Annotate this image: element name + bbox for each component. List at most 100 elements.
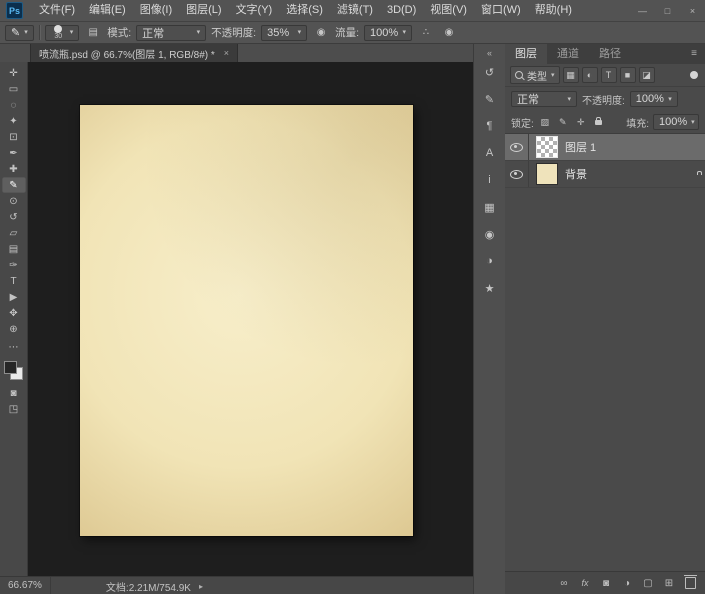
healing-brush-tool[interactable]: ✚ — [2, 161, 26, 177]
trash-icon — [683, 575, 697, 589]
menu-window[interactable]: 窗口(W) — [474, 0, 528, 21]
history-brush-tool[interactable]: ↺ — [2, 209, 26, 225]
menu-help[interactable]: 帮助(H) — [528, 0, 579, 21]
styles-panel-icon[interactable]: ★ — [479, 279, 501, 297]
visibility-toggle[interactable] — [505, 134, 529, 160]
layer-blend-mode-dropdown[interactable]: 正常 ▾ — [511, 91, 577, 107]
tool-preset-picker[interactable]: ✎ ▾ — [5, 24, 34, 41]
color-panel-icon[interactable]: ◉ — [479, 225, 501, 243]
opacity-dropdown[interactable]: 35% ▾ — [261, 24, 308, 41]
lock-position-icon[interactable]: ✛ — [574, 115, 588, 129]
expand-panels-icon[interactable]: « — [479, 47, 501, 59]
tab-channels[interactable]: 通道 — [547, 44, 589, 64]
toggle-brush-panel-icon[interactable]: ▤ — [84, 25, 102, 41]
delete-layer-icon[interactable] — [683, 575, 697, 590]
tool-options-bar: ✎ ▾ 30 ▾ ▤ 模式: 正常 ▾ 不透明度: 35% ▾ ◉ 流量: 10… — [0, 22, 705, 44]
document-canvas[interactable] — [80, 105, 413, 536]
menu-edit[interactable]: 编辑(E) — [82, 0, 133, 21]
quick-selection-tool[interactable]: ✦ — [2, 113, 26, 129]
menu-select[interactable]: 选择(S) — [279, 0, 330, 21]
adjustments-panel-icon[interactable]: ◑ — [479, 252, 501, 270]
chevron-down-icon: ▾ — [567, 95, 571, 103]
close-button[interactable]: × — [680, 1, 705, 21]
filter-shape-layers-icon[interactable]: ■ — [619, 67, 636, 83]
path-selection-tool[interactable]: ▶ — [2, 289, 26, 305]
tab-layers[interactable]: 图层 — [505, 44, 547, 64]
paragraph-panel-icon[interactable]: ¶ — [479, 117, 501, 135]
screen-mode-icon[interactable]: ◳ — [2, 401, 26, 417]
layer-styles-icon[interactable]: fx — [579, 576, 591, 590]
rectangular-marquee-tool[interactable]: ▭ — [2, 81, 26, 97]
layer-row-layer1[interactable]: 图层 1 — [505, 134, 705, 161]
layer-name[interactable]: 背景 — [565, 166, 587, 182]
pen-tool[interactable]: ✑ — [2, 257, 26, 273]
brush-tool[interactable]: ✎ — [1, 177, 26, 193]
hand-tool[interactable]: ✥ — [2, 305, 26, 321]
menu-image[interactable]: 图像(I) — [133, 0, 179, 21]
new-adjustment-layer-icon[interactable]: ◑ — [621, 576, 633, 590]
lasso-tool[interactable]: ◌ — [2, 97, 26, 113]
menu-3d[interactable]: 3D(D) — [380, 0, 423, 21]
close-tab-icon[interactable]: × — [224, 48, 229, 58]
eraser-tool[interactable]: ▱ — [2, 225, 26, 241]
new-layer-icon[interactable]: ⊞ — [663, 576, 675, 590]
eyedropper-tool[interactable]: ✒ — [2, 145, 26, 161]
fill-dropdown[interactable]: 100% ▾ — [653, 114, 699, 130]
layer-opacity-dropdown[interactable]: 100% ▾ — [629, 91, 678, 107]
filter-adjustment-layers-icon[interactable]: ◐ — [581, 67, 598, 83]
info-panel-icon[interactable]: i — [479, 171, 501, 189]
layer-thumbnail[interactable] — [536, 163, 558, 185]
filter-pixel-layers-icon[interactable]: ▦ — [562, 67, 579, 83]
pressure-opacity-icon[interactable]: ◉ — [312, 25, 330, 41]
filter-kind-dropdown[interactable]: 类型 ▾ — [510, 66, 560, 84]
edit-toolbar-icon[interactable]: ⋯ — [2, 339, 26, 355]
filter-type-layers-icon[interactable]: T — [600, 67, 617, 83]
lock-transparent-pixels-icon[interactable]: ▨ — [538, 115, 552, 129]
panel-menu-icon[interactable]: ≡ — [683, 44, 705, 64]
menu-filter[interactable]: 滤镜(T) — [330, 0, 380, 21]
photoshop-logo-icon[interactable]: Ps — [6, 2, 23, 19]
airbrush-icon[interactable]: ∴ — [417, 25, 435, 41]
status-flyout-icon[interactable]: ▸ — [199, 582, 203, 591]
layer-row-background[interactable]: 背景 — [505, 161, 705, 188]
menu-type[interactable]: 文字(Y) — [229, 0, 280, 21]
history-panel-icon[interactable]: ↺ — [479, 63, 501, 81]
brush-preset-picker[interactable]: 30 ▾ — [44, 24, 80, 41]
layer-thumbnail[interactable] — [536, 136, 558, 158]
canvas-area[interactable] — [28, 62, 473, 576]
brush-presets-panel-icon[interactable]: ✎ — [479, 90, 501, 108]
menu-layer[interactable]: 图层(L) — [179, 0, 228, 21]
flow-label: 流量: — [335, 27, 360, 39]
menu-view[interactable]: 视图(V) — [423, 0, 474, 21]
quick-mask-mode-icon[interactable]: ◙ — [2, 385, 26, 401]
zoom-tool[interactable]: ⊕ — [2, 321, 26, 337]
crop-tool[interactable]: ⊡ — [2, 129, 26, 145]
swatches-panel-icon[interactable]: ▦ — [479, 198, 501, 216]
character-panel-icon[interactable]: A — [479, 144, 501, 162]
lock-image-pixels-icon[interactable]: ✎ — [556, 115, 570, 129]
filter-smart-objects-icon[interactable]: ◪ — [638, 67, 655, 83]
maximize-button[interactable]: □ — [655, 1, 680, 21]
pressure-size-icon[interactable]: ◉ — [440, 25, 458, 41]
flow-dropdown[interactable]: 100% ▾ — [364, 24, 413, 41]
move-tool[interactable]: ✛ — [2, 65, 26, 81]
layer-name[interactable]: 图层 1 — [565, 139, 596, 155]
visibility-toggle[interactable] — [505, 161, 529, 187]
foreground-color-swatch[interactable] — [4, 361, 17, 374]
new-group-icon[interactable]: ▢ — [642, 576, 654, 590]
lock-all-icon[interactable] — [592, 115, 606, 129]
layer-filter-row: 类型 ▾ ▦ ◐ T ■ ◪ — [505, 64, 705, 87]
add-layer-mask-icon[interactable]: ◙ — [600, 576, 612, 590]
clone-stamp-tool[interactable]: ⊙ — [2, 193, 26, 209]
zoom-level-field[interactable]: 66.67% — [0, 577, 51, 594]
filter-toggle-icon[interactable] — [690, 71, 698, 79]
link-layers-icon[interactable]: ∞ — [558, 576, 570, 590]
tab-paths[interactable]: 路径 — [589, 44, 631, 64]
minimize-button[interactable]: — — [630, 1, 655, 21]
menu-file[interactable]: 文件(F) — [32, 0, 82, 21]
gradient-tool[interactable]: ▤ — [2, 241, 26, 257]
blend-mode-dropdown[interactable]: 正常 ▾ — [136, 24, 207, 41]
document-tab[interactable]: 喷流瓶.psd @ 66.7%(图层 1, RGB/8#) * × — [30, 44, 239, 62]
color-swatches[interactable] — [4, 361, 23, 380]
type-tool[interactable]: T — [2, 273, 26, 289]
